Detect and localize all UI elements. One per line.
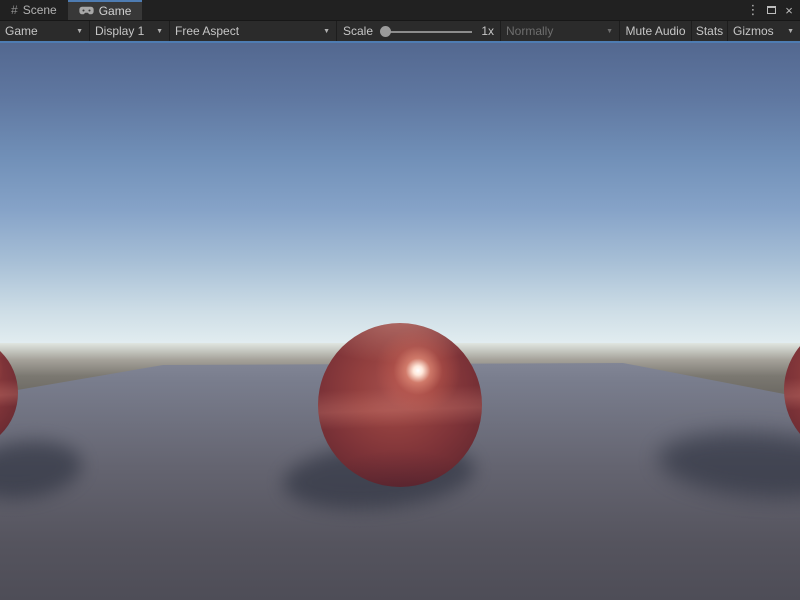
scale-slider[interactable]: [380, 21, 474, 42]
gamepad-icon: [79, 5, 94, 17]
mute-audio-button[interactable]: Mute Audio: [620, 21, 692, 41]
chevron-down-icon: ▼: [76, 28, 83, 35]
game-view-toolbar: Game ▼ Display 1 ▼ Free Aspect ▼ Scale 1…: [0, 20, 800, 41]
chevron-down-icon: ▼: [606, 28, 613, 35]
game-viewport[interactable]: [0, 43, 800, 600]
play-mode-popup[interactable]: Normally ▼: [500, 21, 620, 41]
scale-control: Scale 1x: [337, 21, 500, 41]
game-popup-label: Game: [5, 24, 38, 38]
aspect-popup-label: Free Aspect: [175, 24, 239, 38]
play-mode-label: Normally: [506, 24, 553, 38]
chevron-down-icon: ▼: [787, 28, 794, 35]
grid-icon: #: [11, 4, 18, 16]
gizmos-label: Gizmos: [733, 24, 774, 38]
slider-track: [387, 31, 472, 33]
chevron-down-icon: ▼: [156, 28, 163, 35]
tab-bar: # Scene Game ⋮ ×: [0, 0, 800, 20]
tab-game[interactable]: Game: [68, 0, 143, 20]
display-popup[interactable]: Display 1 ▼: [90, 21, 170, 41]
display-popup-label: Display 1: [95, 24, 144, 38]
scale-label: Scale: [343, 24, 373, 38]
chevron-down-icon: ▼: [323, 28, 330, 35]
tab-scene[interactable]: # Scene: [0, 0, 68, 20]
stats-label: Stats: [696, 24, 723, 38]
close-icon[interactable]: ×: [780, 0, 798, 20]
slider-knob[interactable]: [380, 26, 391, 37]
red-sphere-center: [318, 323, 482, 487]
scale-value: 1x: [481, 24, 494, 38]
window-controls: ⋮ ×: [744, 0, 798, 20]
game-view-panel: # Scene Game ⋮ × Game ▼ Display 1 ▼ Free…: [0, 0, 800, 600]
tab-scene-label: Scene: [23, 3, 57, 17]
game-popup[interactable]: Game ▼: [0, 21, 90, 41]
mute-audio-label: Mute Audio: [625, 24, 685, 38]
maximize-icon[interactable]: [762, 0, 780, 20]
stats-button[interactable]: Stats: [692, 21, 728, 41]
gizmos-popup[interactable]: Gizmos ▼: [728, 21, 800, 41]
aspect-ratio-popup[interactable]: Free Aspect ▼: [170, 21, 337, 41]
sky-gradient: [0, 43, 800, 347]
tab-game-label: Game: [99, 4, 132, 18]
kebab-menu-icon[interactable]: ⋮: [744, 0, 762, 20]
